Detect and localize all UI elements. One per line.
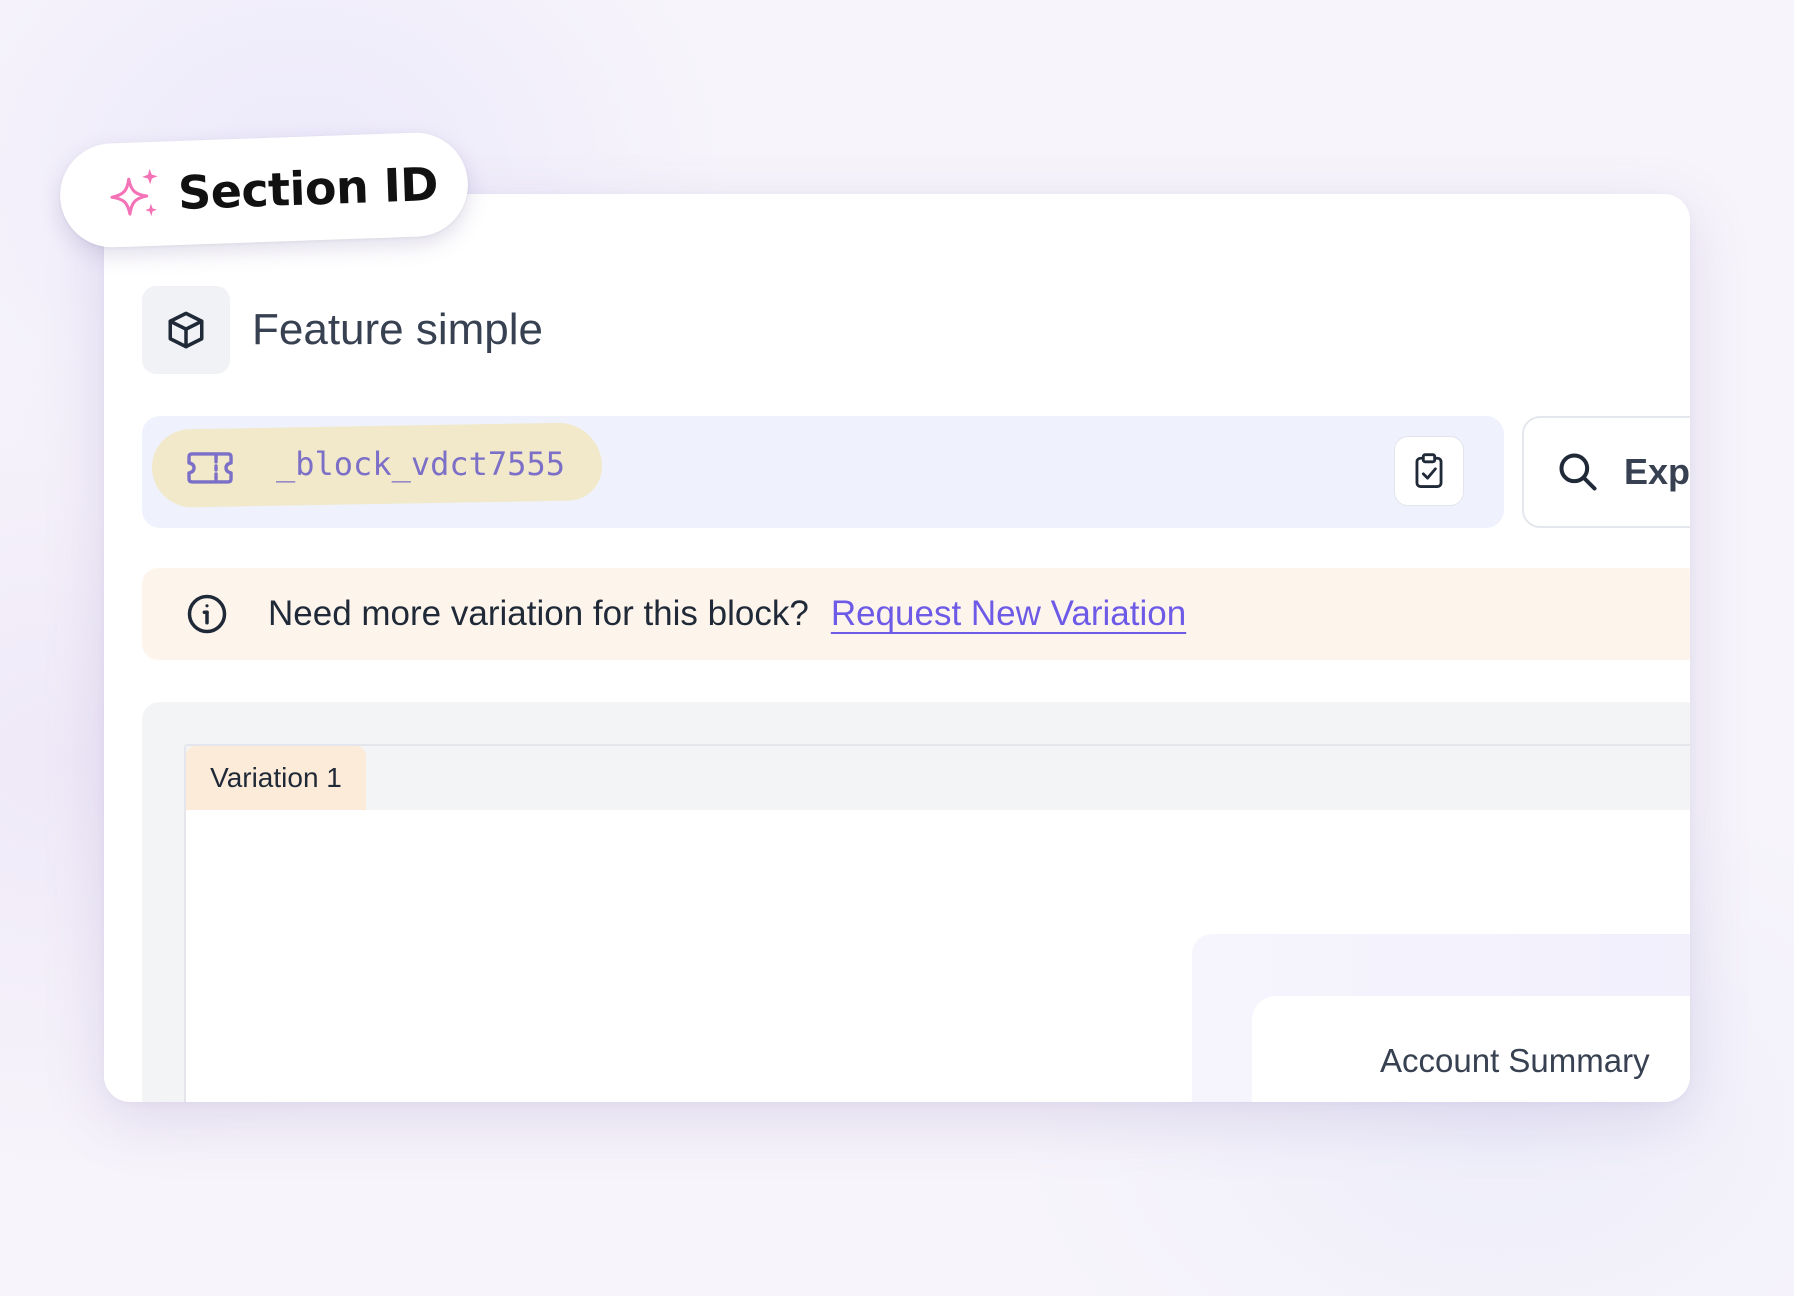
explore-button[interactable]: Expl xyxy=(1522,416,1690,528)
info-message: Need more variation for this block? xyxy=(268,594,809,633)
feature-icon-box xyxy=(142,286,230,374)
clipboard-check-icon xyxy=(1415,453,1443,488)
cube-icon xyxy=(168,311,204,349)
copy-id-button[interactable] xyxy=(1394,436,1464,506)
section-id-label: Section ID xyxy=(177,156,439,220)
info-icon xyxy=(187,594,227,634)
sparkles-icon xyxy=(110,168,158,217)
preview-area: Variation 1 Account Summary xyxy=(142,702,1690,1102)
variation-tab-strip: Variation 1 xyxy=(186,746,1690,810)
search-icon xyxy=(1559,453,1597,491)
explore-label: Expl xyxy=(1624,451,1690,492)
preview-frame: Variation 1 Account Summary xyxy=(184,744,1690,1102)
section-id-value[interactable]: _block_vdct7555 xyxy=(276,445,565,483)
tab-variation-1[interactable]: Variation 1 xyxy=(186,746,366,810)
request-new-variation-link[interactable]: Request New Variation xyxy=(831,594,1186,634)
section-id-badge: Section ID xyxy=(58,130,470,250)
section-id-bar: _block_vdct7555 xyxy=(142,416,1504,528)
section-id-chip[interactable]: _block_vdct7555 xyxy=(151,422,603,508)
ticket-icon xyxy=(187,452,233,484)
feature-card: Feature simple _block_vdct7555 Expl xyxy=(104,194,1690,1102)
variation-info-banner: Need more variation for this block? Requ… xyxy=(142,568,1690,660)
account-summary-card: Account Summary xyxy=(1252,996,1690,1102)
feature-title: Feature simple xyxy=(252,305,544,354)
account-summary-title: Account Summary xyxy=(1380,1042,1650,1079)
